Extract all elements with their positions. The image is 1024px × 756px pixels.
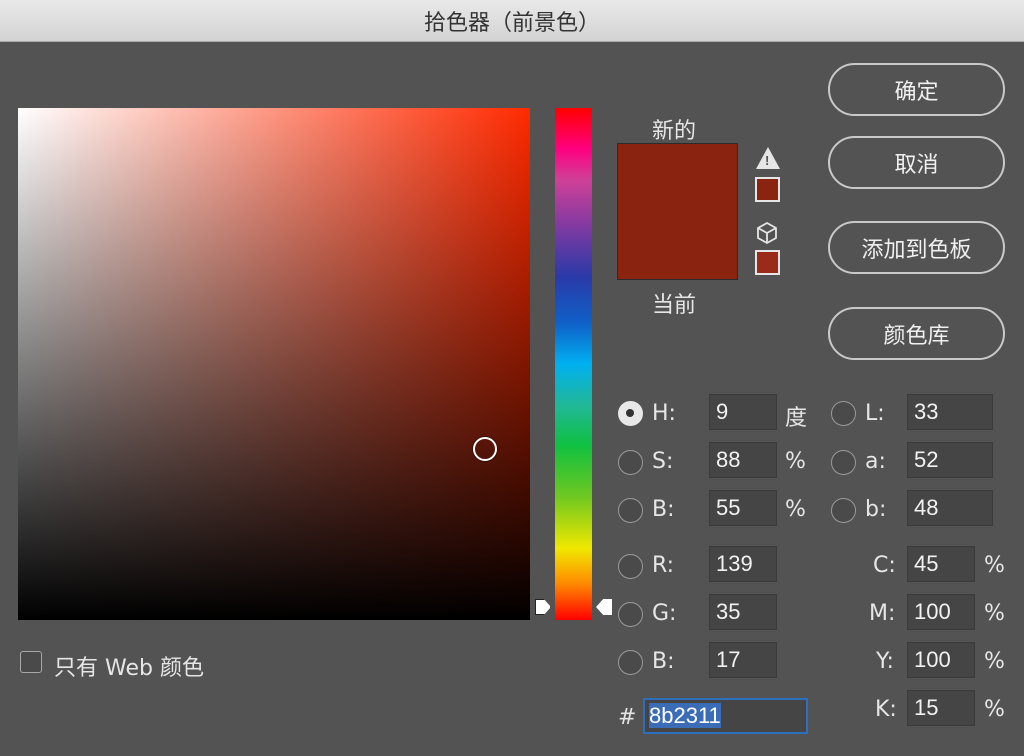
lab-b-label: b: <box>865 497 887 522</box>
black-label: K: <box>875 697 897 722</box>
hue-radio[interactable] <box>618 401 643 426</box>
blue-radio[interactable] <box>618 650 643 675</box>
lab-l-radio[interactable] <box>831 401 856 426</box>
color-comparison-swatch <box>617 143 738 280</box>
web-colors-only-checkbox[interactable] <box>20 651 42 673</box>
hex-label: # <box>618 705 637 730</box>
red-label: R: <box>652 553 675 578</box>
current-color-swatch[interactable] <box>618 211 737 279</box>
hue-label: H: <box>652 401 676 426</box>
lab-a-label: a: <box>865 449 886 474</box>
blue-label: B: <box>652 649 675 674</box>
ok-button[interactable]: 确定 <box>828 63 1005 116</box>
saturation-radio[interactable] <box>618 450 643 475</box>
color-libraries-button[interactable]: 颜色库 <box>828 307 1005 360</box>
saturation-input[interactable]: 88 <box>709 442 777 478</box>
yellow-unit: % <box>984 649 1005 674</box>
cyan-input[interactable]: 45 <box>907 546 975 582</box>
brightness-unit: % <box>785 497 806 522</box>
cyan-label: C: <box>873 553 896 578</box>
cyan-unit: % <box>984 553 1005 578</box>
hex-value: 8b2311 <box>649 703 721 728</box>
black-input[interactable]: 15 <box>907 690 975 726</box>
saturation-unit: % <box>785 449 806 474</box>
lab-l-label: L: <box>865 401 885 426</box>
hue-slider-right-handle-icon[interactable] <box>596 599 612 615</box>
black-unit: % <box>984 697 1005 722</box>
color-field[interactable] <box>18 108 530 620</box>
brightness-input[interactable]: 55 <box>709 490 777 526</box>
color-cursor[interactable] <box>473 437 497 461</box>
red-radio[interactable] <box>618 554 643 579</box>
out-of-gamut-warning-icon[interactable] <box>756 147 780 169</box>
green-label: G: <box>652 601 677 626</box>
lab-a-radio[interactable] <box>831 450 856 475</box>
hue-input[interactable]: 9 <box>709 394 777 430</box>
hue-unit: 度 <box>785 406 808 431</box>
brightness-label: B: <box>652 497 675 522</box>
lab-b-radio[interactable] <box>831 498 856 523</box>
window-title: 拾色器（前景色） <box>423 10 600 36</box>
cancel-button[interactable]: 取消 <box>828 136 1005 189</box>
lab-b-input[interactable]: 48 <box>907 490 993 526</box>
current-color-label: 当前 <box>652 293 697 318</box>
green-radio[interactable] <box>618 602 643 627</box>
web-safe-swatch[interactable] <box>755 250 780 275</box>
saturation-label: S: <box>652 449 674 474</box>
magenta-input[interactable]: 100 <box>907 594 975 630</box>
magenta-label: M: <box>869 601 896 626</box>
yellow-input[interactable]: 100 <box>907 642 975 678</box>
hue-slider-left-handle-icon[interactable] <box>535 599 551 615</box>
title-bar: 拾色器（前景色） <box>0 0 1024 42</box>
yellow-label: Y: <box>876 649 894 674</box>
magenta-unit: % <box>984 601 1005 626</box>
lab-l-input[interactable]: 33 <box>907 394 993 430</box>
web-safe-cube-icon[interactable] <box>756 221 778 245</box>
hue-slider[interactable] <box>555 108 592 620</box>
green-input[interactable]: 35 <box>709 594 777 630</box>
new-color-label: 新的 <box>652 119 697 144</box>
gamut-corrected-swatch[interactable] <box>755 177 780 202</box>
blue-input[interactable]: 17 <box>709 642 777 678</box>
red-input[interactable]: 139 <box>709 546 777 582</box>
lab-a-input[interactable]: 52 <box>907 442 993 478</box>
web-colors-only-label: 只有 Web 颜色 <box>54 656 204 681</box>
hex-input[interactable]: 8b2311 <box>643 698 808 734</box>
new-color-swatch <box>618 144 737 212</box>
brightness-radio[interactable] <box>618 498 643 523</box>
add-to-swatches-button[interactable]: 添加到色板 <box>828 221 1005 274</box>
